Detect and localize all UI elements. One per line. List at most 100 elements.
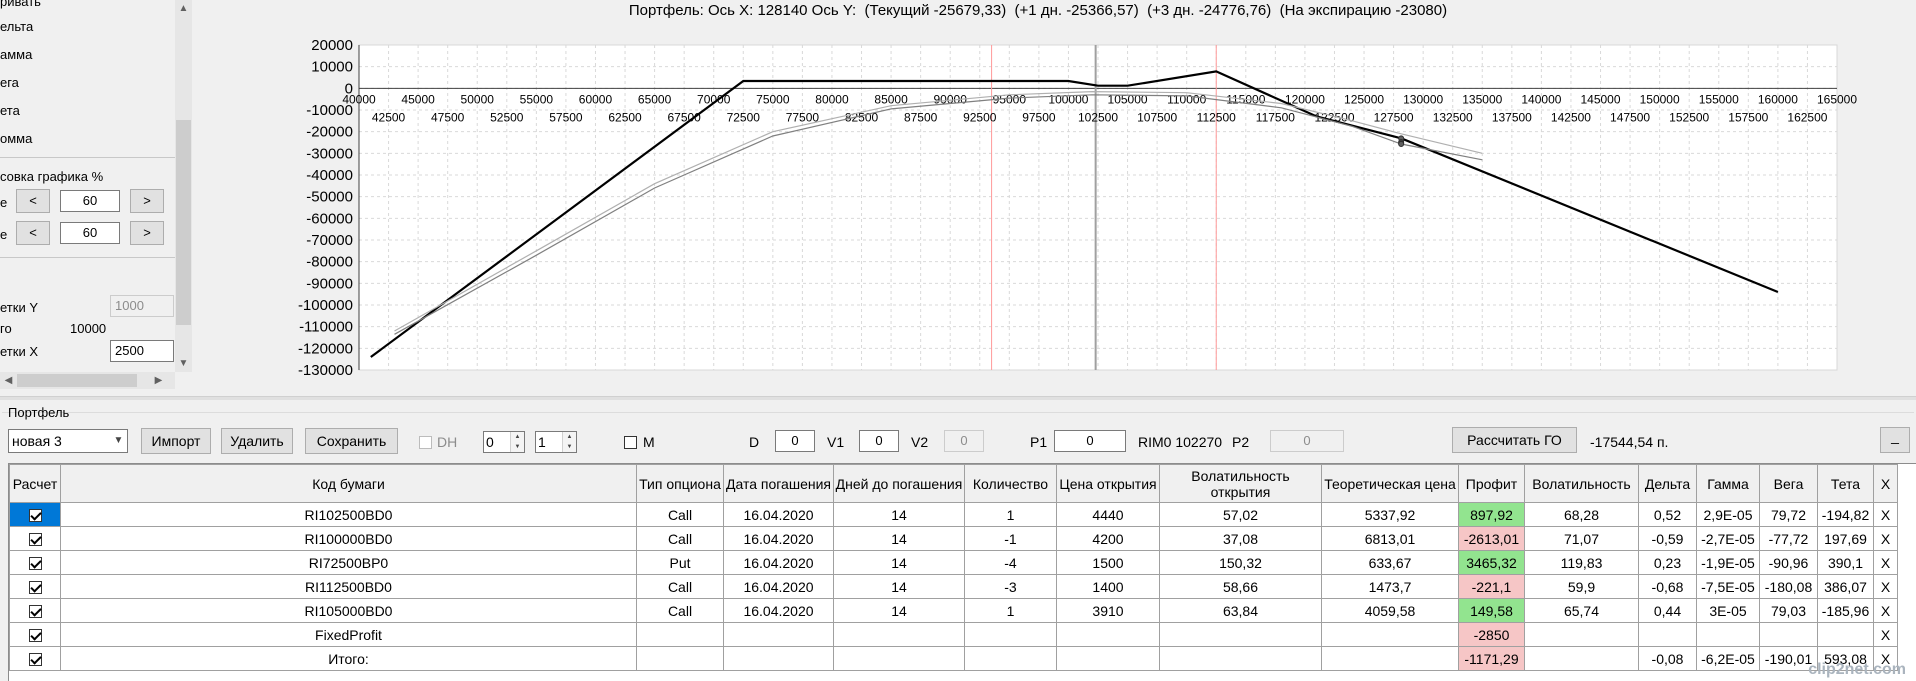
import-button[interactable]: Импорт xyxy=(141,428,211,454)
col-header-calc[interactable]: Расчет xyxy=(9,464,61,503)
positions-grid[interactable]: Расчет Код бумаги Тип опциона Дата погаш… xyxy=(8,463,1916,681)
cell-vol xyxy=(1524,646,1639,671)
cell-type: Call xyxy=(636,574,724,599)
cell-type: Call xyxy=(636,598,724,623)
save-button[interactable]: Сохранить xyxy=(305,428,398,454)
scroll-down-icon[interactable]: ▼ xyxy=(175,355,192,372)
calc-checkbox[interactable] xyxy=(28,581,42,595)
series-item-theta[interactable]: ета xyxy=(0,103,20,118)
scroll-left-icon[interactable]: ◀ xyxy=(0,372,17,389)
x-tick-label-minor: 92500 xyxy=(963,110,997,124)
cell-remove-button[interactable]: X xyxy=(1873,574,1898,599)
cell-profit: 897,92 xyxy=(1458,502,1525,527)
col-header-profit[interactable]: Профит xyxy=(1458,464,1525,503)
table-row[interactable]: RI100000BD0 Call 16.04.2020 14 -1 4200 37,08 68… xyxy=(9,526,1898,551)
col-header-delta[interactable]: Дельта xyxy=(1638,464,1697,503)
grid-y-field[interactable]: 1000 xyxy=(110,295,174,317)
cell-calc[interactable] xyxy=(9,646,61,671)
x-tick-label: 135000 xyxy=(1462,92,1502,106)
col-header-gamma[interactable]: Гамма xyxy=(1696,464,1760,503)
cell-calc[interactable] xyxy=(9,502,61,527)
col-header-date[interactable]: Дата погашения xyxy=(723,464,834,503)
col-header-theo-price[interactable]: Теоретическая цена xyxy=(1321,464,1459,503)
spin-field-1[interactable]: 0 ▲ ▼ xyxy=(483,431,525,453)
cell-vol: 65,74 xyxy=(1524,598,1639,623)
cell-remove-button[interactable]: X xyxy=(1873,598,1898,623)
scroll-thumb[interactable] xyxy=(176,120,191,325)
spin-field-2[interactable]: 1 ▲ ▼ xyxy=(535,431,577,453)
calc-checkbox[interactable] xyxy=(28,533,42,547)
col-header-days[interactable]: Дней до погашения xyxy=(833,464,965,503)
cell-vol xyxy=(1524,622,1639,647)
series-item-vomma[interactable]: омма xyxy=(0,131,32,146)
p1-field[interactable]: 0 xyxy=(1054,430,1126,452)
scroll-right-icon[interactable]: ▶ xyxy=(150,372,167,389)
table-row[interactable]: Итого: -1171,29 -0,08 -6,2E-05 -190,01 593,08… xyxy=(9,646,1898,671)
d-field[interactable]: 0 xyxy=(775,430,815,452)
calc-checkbox[interactable] xyxy=(28,509,42,523)
col-header-remove[interactable]: X xyxy=(1873,464,1898,503)
p2-field[interactable]: 0 xyxy=(1270,430,1344,452)
x-tick-label-minor: 112500 xyxy=(1197,110,1236,124)
col-header-open-price[interactable]: Цена открытия xyxy=(1056,464,1160,503)
grid-x-field[interactable]: 2500 xyxy=(110,340,174,362)
row1-value-field[interactable]: 60 xyxy=(60,190,120,212)
grid-y-label: етки Y xyxy=(0,300,38,315)
cell-calc[interactable] xyxy=(9,622,61,647)
dh-checkbox[interactable] xyxy=(419,436,432,449)
settings-vertical-scrollbar[interactable]: ▲ ▼ xyxy=(175,0,192,372)
x-tick-label-minor: 87500 xyxy=(904,110,938,124)
series-item-gamma[interactable]: амма xyxy=(0,47,32,62)
table-row[interactable]: FixedProfit -2850 X xyxy=(9,622,1898,647)
panel-splitter[interactable] xyxy=(0,396,1916,400)
v1-field[interactable]: 0 xyxy=(859,430,899,452)
calc-checkbox[interactable] xyxy=(28,653,42,667)
cell-calc[interactable] xyxy=(9,598,61,623)
row1-decrease-button[interactable]: < xyxy=(16,189,50,213)
settings-horizontal-scrollbar[interactable]: ◀ ▶ xyxy=(0,372,175,389)
col-header-vega[interactable]: Вега xyxy=(1759,464,1818,503)
spin-arrows-icon[interactable]: ▲ ▼ xyxy=(562,432,576,452)
series-item-show[interactable]: ривать xyxy=(0,0,41,9)
series-item-vega[interactable]: ега xyxy=(0,75,19,90)
portfolio-select[interactable]: новая 3 ▼ xyxy=(8,429,128,453)
cell-remove-button[interactable]: X xyxy=(1873,502,1898,527)
row2-increase-button[interactable]: > xyxy=(130,221,164,245)
payoff-chart[interactable]: 20000100000-10000-20000-30000-40000-5000… xyxy=(192,0,1916,395)
cell-calc[interactable] xyxy=(9,526,61,551)
cell-remove-button[interactable]: X xyxy=(1873,622,1898,647)
cell-remove-button[interactable]: X xyxy=(1873,550,1898,575)
col-header-type[interactable]: Тип опциона xyxy=(636,464,724,503)
row2-label: е xyxy=(0,227,8,242)
row1-increase-button[interactable]: > xyxy=(130,189,164,213)
row2-value-field[interactable]: 60 xyxy=(60,222,120,244)
cell-calc[interactable] xyxy=(9,574,61,599)
chevron-down-icon[interactable]: ▼ xyxy=(110,430,127,452)
table-row[interactable]: RI112500BD0 Call 16.04.2020 14 -3 1400 58,66 14… xyxy=(9,574,1898,599)
cell-remove-button[interactable]: X xyxy=(1873,526,1898,551)
x-tick-label: 100000 xyxy=(1048,92,1088,106)
col-header-theta[interactable]: Тета xyxy=(1817,464,1874,503)
delete-button[interactable]: Удалить xyxy=(221,428,293,454)
table-row[interactable]: RI72500BP0 Put 16.04.2020 14 -4 1500 150,32 633… xyxy=(9,550,1898,575)
spin-field-1-value: 0 xyxy=(486,434,494,450)
col-header-code[interactable]: Код бумаги xyxy=(60,464,637,503)
table-row[interactable]: RI105000BD0 Call 16.04.2020 14 1 3910 63,84 405… xyxy=(9,598,1898,623)
spin-arrows-icon[interactable]: ▲ ▼ xyxy=(510,432,524,452)
calc-checkbox[interactable] xyxy=(28,557,42,571)
v2-field[interactable]: 0 xyxy=(944,430,984,452)
m-checkbox[interactable] xyxy=(624,436,637,449)
cell-calc[interactable] xyxy=(9,550,61,575)
series-item-delta[interactable]: ельта xyxy=(0,19,33,34)
calc-checkbox[interactable] xyxy=(28,605,42,619)
col-header-vol[interactable]: Волатильность xyxy=(1524,464,1639,503)
col-header-open-vol[interactable]: Волатильность открытия xyxy=(1159,464,1322,503)
calculate-go-button[interactable]: Рассчитать ГО xyxy=(1452,427,1577,453)
cursor-marker xyxy=(1398,140,1405,147)
scroll-thumb[interactable] xyxy=(17,374,137,387)
col-header-qty[interactable]: Количество xyxy=(964,464,1057,503)
table-row[interactable]: RI102500BD0 Call 16.04.2020 14 1 4440 57,02 533… xyxy=(9,502,1898,527)
minimize-button[interactable]: _ xyxy=(1880,427,1910,453)
row2-decrease-button[interactable]: < xyxy=(16,221,50,245)
calc-checkbox[interactable] xyxy=(28,629,42,643)
